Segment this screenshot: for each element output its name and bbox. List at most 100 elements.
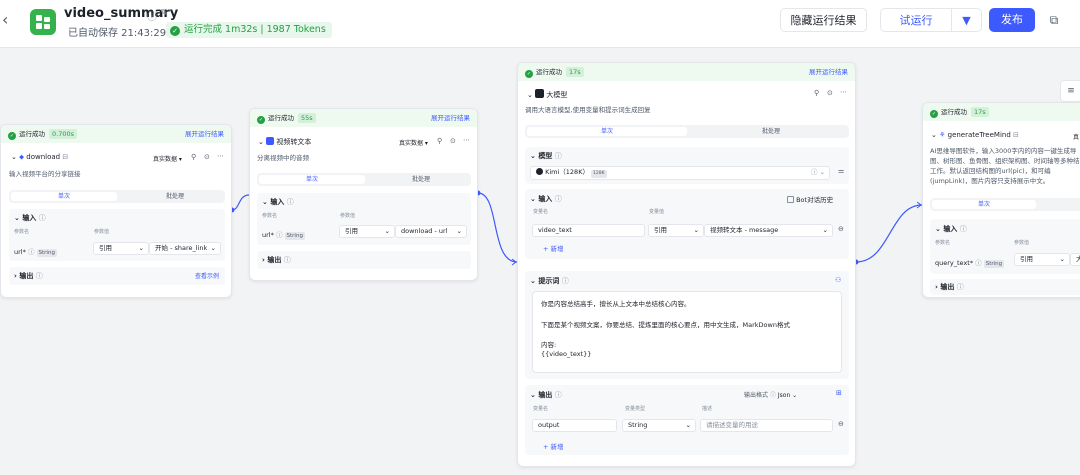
node-run-status: ✓ 运行成功 0.700s 展开运行结果 xyxy=(1,125,231,143)
tab-batch[interactable]: 批处理 xyxy=(695,127,847,136)
output-header[interactable]: › 输出 ⓘ xyxy=(14,271,43,281)
node-title: ⌄ 视频转文本 xyxy=(258,137,312,146)
model-header[interactable]: ⌄ 模型 ⓘ xyxy=(530,151,562,161)
collapse-icon[interactable]: ⌄ xyxy=(11,153,17,161)
model-select[interactable]: Kimi（128K） 128K ⓘ ⌄ xyxy=(530,166,830,180)
prompt-variable: {{video_text}} xyxy=(541,350,592,358)
node-video-to-text[interactable]: ✓ 运行成功 55s 展开运行结果 ⌄ 视频转文本 真实数据 ▾ ⚲ ⊙ ⋯ 分离视频… xyxy=(249,108,478,281)
output-type-select[interactable]: String ⌄ xyxy=(622,419,696,432)
output-name-input[interactable]: output xyxy=(532,419,617,432)
collapse-icon[interactable]: ⌄ xyxy=(931,131,937,139)
real-data-select[interactable]: 真实数据 ▾ xyxy=(399,138,428,147)
param-value-label: 参数值 xyxy=(340,213,356,219)
ref-select[interactable]: 引用 ⌄ xyxy=(93,242,149,255)
node-llm[interactable]: ✓ 运行成功 17s 展开运行结果 ⌄ 大模型 ⚲ ⊙ ⋯ 调用大语言模型,使用变量和… xyxy=(517,62,856,467)
node-description: 图、树形图、鱼骨图、组织架构图、时间轴等多种结 xyxy=(930,157,1080,165)
panel-toggle-icon[interactable]: ≡ xyxy=(1060,80,1080,102)
debug-icon[interactable]: ⚲ xyxy=(437,137,442,145)
var-value-label: 变量值 xyxy=(649,209,665,215)
run-node-icon[interactable]: ⊙ xyxy=(450,137,456,145)
mode-tabs: 单次 批处理 xyxy=(525,125,849,138)
tab-single[interactable]: 单次 xyxy=(527,127,687,136)
desc-label: 描述 xyxy=(702,406,713,412)
more-icon[interactable]: ⋯ xyxy=(217,152,224,160)
try-run-button[interactable]: 试运行 xyxy=(880,8,952,32)
ref-value-select[interactable]: 开始 - share_link ⌄ xyxy=(149,242,221,255)
output-format-select[interactable]: 输出格式 ⓘ Json ⌄ xyxy=(744,390,797,399)
var-type-label: 变量类型 xyxy=(625,406,646,412)
real-data-select[interactable]: 真 xyxy=(1073,132,1079,141)
expand-results-link[interactable]: 展开运行结果 xyxy=(809,63,848,81)
run-node-icon[interactable]: ⊙ xyxy=(204,153,210,161)
expand-results-link[interactable]: 展开运行结果 xyxy=(185,125,224,143)
more-icon[interactable]: ⋯ xyxy=(840,88,847,96)
output-header[interactable]: ⌄ 输出 ⓘ xyxy=(530,390,562,400)
check-icon: ✓ xyxy=(257,116,265,124)
edit-icon[interactable]: ✎ xyxy=(160,8,168,19)
ref-select[interactable]: 引用 ⌄ xyxy=(339,225,395,238)
tab-single[interactable]: 单次 xyxy=(259,175,365,184)
prompt-editor[interactable]: 你是内容总结高手，擅长从上文本中总结核心内容。 下面是某个视频文案，你要总结、提… xyxy=(532,291,842,373)
param-value-label: 参数值 xyxy=(94,229,110,235)
ref-value-select[interactable]: 视频转文本 - message ⌄ xyxy=(704,224,833,237)
input-header[interactable]: ⌄ 输入 ⓘ xyxy=(530,194,562,204)
tab-single[interactable]: 单次 xyxy=(11,192,117,201)
input-header[interactable]: ⌄ 输入 ⓘ xyxy=(14,213,46,223)
plugin-icon: ⬥ xyxy=(19,153,25,161)
output-section: ⌄ 输出 ⓘ 输出格式 ⓘ Json ⌄ ⊞ 变量名 变量类型 描述 outpu… xyxy=(525,385,849,455)
ref-value-select[interactable]: 大 xyxy=(1070,253,1080,266)
real-data-select[interactable]: 真实数据 ▾ xyxy=(153,154,182,163)
expand-results-link[interactable]: 展开运行结果 xyxy=(431,109,470,127)
run-node-icon[interactable]: ⊙ xyxy=(827,89,833,97)
add-output-button[interactable]: + 新增 xyxy=(543,441,564,451)
input-section: ⌄ 输入 ⓘ 参数名 参数值 url* ⓘ String 引用 ⌄ downloa… xyxy=(257,193,471,245)
model-section: ⌄ 模型 ⓘ Kimi（128K） 128K ⓘ ⌄ ⚌ xyxy=(525,147,849,184)
output-section: › 输出 ⓘ xyxy=(257,251,471,269)
run-status-badge: ✓ 运行完成 1m32s | 1987 Tokens xyxy=(166,22,332,38)
info-icon[interactable]: ⓘ xyxy=(147,8,157,23)
debug-icon[interactable]: ⚲ xyxy=(814,89,819,97)
add-input-button[interactable]: + 新增 xyxy=(543,243,564,253)
back-arrow-icon[interactable]: ‹ xyxy=(2,10,8,29)
try-run-dropdown-icon[interactable]: ▼ xyxy=(952,8,982,32)
var-name-input[interactable]: video_text xyxy=(532,224,645,237)
remove-icon[interactable]: ⊖ xyxy=(838,420,844,428)
prompt-optimize-icon[interactable]: ⚇ xyxy=(835,276,841,284)
top-bar: ‹ video_summary ⓘ ✎ 已自动保存 21:43:29 ✓ 运行完成… xyxy=(0,0,1080,48)
mode-tabs: 单次 批处理 xyxy=(9,190,225,203)
tab-batch[interactable]: 批处理 xyxy=(125,192,225,201)
ref-select[interactable]: 引用 ⌄ xyxy=(1014,253,1070,266)
publish-button[interactable]: 发布 xyxy=(989,8,1035,32)
param-query-text: query_text* ⓘ String xyxy=(935,259,1005,268)
input-header[interactable]: ⌄ 输入 ⓘ xyxy=(935,224,967,234)
settings-icon[interactable]: ⚌ xyxy=(838,167,844,175)
output-header[interactable]: › 输出 ⓘ xyxy=(935,282,964,292)
collapse-icon[interactable]: ⌄ xyxy=(258,138,264,146)
node-title: ⌄ ⬥ download ⊟ xyxy=(11,153,69,161)
input-section: ⌄ 输入 ⓘ Bot对话历史 变量名 变量值 video_text 引用 ⌄ 视频… xyxy=(525,189,849,259)
debug-icon[interactable]: ⚲ xyxy=(191,153,196,161)
copy-icon[interactable]: ⧉ xyxy=(1043,8,1065,32)
input-header[interactable]: ⌄ 输入 ⓘ xyxy=(262,197,294,207)
tab-single[interactable]: 单次 xyxy=(932,200,1036,209)
output-header[interactable]: › 输出 ⓘ xyxy=(262,255,291,265)
add-output-icon[interactable]: ⊞ xyxy=(836,389,842,397)
view-example-link[interactable]: 查看示例 xyxy=(195,271,219,280)
node-title: ⌄ 大模型 xyxy=(527,89,568,99)
prompt-header[interactable]: ⌄ 提示词 ⓘ xyxy=(530,276,569,286)
output-desc-input[interactable]: 请描述变量的用途 xyxy=(700,419,833,432)
hide-results-button[interactable]: 隐藏运行结果 xyxy=(780,8,867,32)
node-description: AI思维导图软件，输入3000字内的内容一键生成导 xyxy=(930,147,1077,155)
check-icon: ✓ xyxy=(170,26,180,36)
node-generate-tree-mind[interactable]: ✓ 运行成功 17s ⌄ ⚘ generateTreeMind ⊟ 真 AI思维导图… xyxy=(922,102,1080,298)
collapse-icon[interactable]: ⌄ xyxy=(527,91,533,99)
prompt-line: 你是内容总结高手，擅长从上文本中总结核心内容。 xyxy=(541,300,691,308)
check-icon: ✓ xyxy=(930,110,938,118)
ref-value-select[interactable]: download - url ⌄ xyxy=(395,225,467,238)
remove-icon[interactable]: ⊖ xyxy=(838,225,844,233)
bot-history-toggle[interactable]: Bot对话历史 xyxy=(787,194,833,204)
tab-batch[interactable]: 批处理 xyxy=(371,175,471,184)
ref-select[interactable]: 引用 ⌄ xyxy=(648,224,704,237)
more-icon[interactable]: ⋯ xyxy=(463,136,470,144)
node-download[interactable]: ✓ 运行成功 0.700s 展开运行结果 ⌄ ⬥ download ⊟ 真实数据 ▾ … xyxy=(0,124,232,298)
